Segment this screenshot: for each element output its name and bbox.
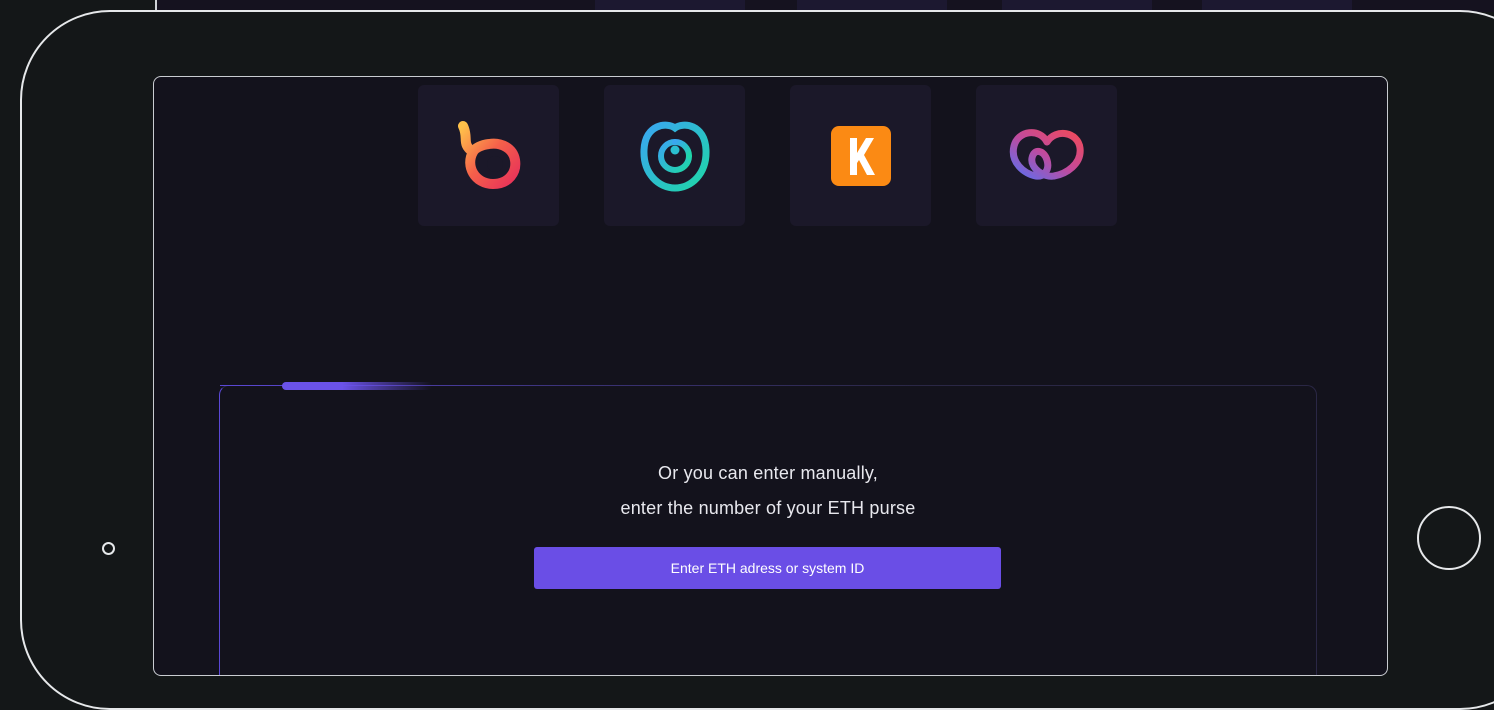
teal-target-logo-icon — [639, 121, 710, 192]
orange-k-logo-icon — [830, 125, 891, 186]
tablet-home-button-icon — [1417, 506, 1481, 570]
panel-accent-bar — [282, 382, 432, 390]
wallet-card-4[interactable] — [976, 85, 1117, 226]
manual-entry-text-line-2: enter the number of your ETH purse — [620, 498, 916, 518]
wallet-card-3[interactable] — [790, 85, 931, 226]
manual-entry-text-line-1: Or you can enter manually, — [658, 463, 878, 483]
flame-loop-logo-icon — [457, 120, 520, 189]
manual-entry-panel: Or you can enter manually, enter the num… — [219, 382, 1317, 675]
enter-eth-address-button[interactable]: Enter ETH adress or system ID — [534, 547, 1001, 589]
tablet-screen: Or you can enter manually, enter the num… — [153, 76, 1388, 676]
tablet-camera-icon — [102, 542, 115, 555]
wallet-card-1[interactable] — [418, 85, 559, 226]
wallet-card-2[interactable] — [604, 85, 745, 226]
gradient-heart-loop-logo-icon — [1009, 128, 1084, 180]
wallet-list — [418, 85, 1117, 226]
